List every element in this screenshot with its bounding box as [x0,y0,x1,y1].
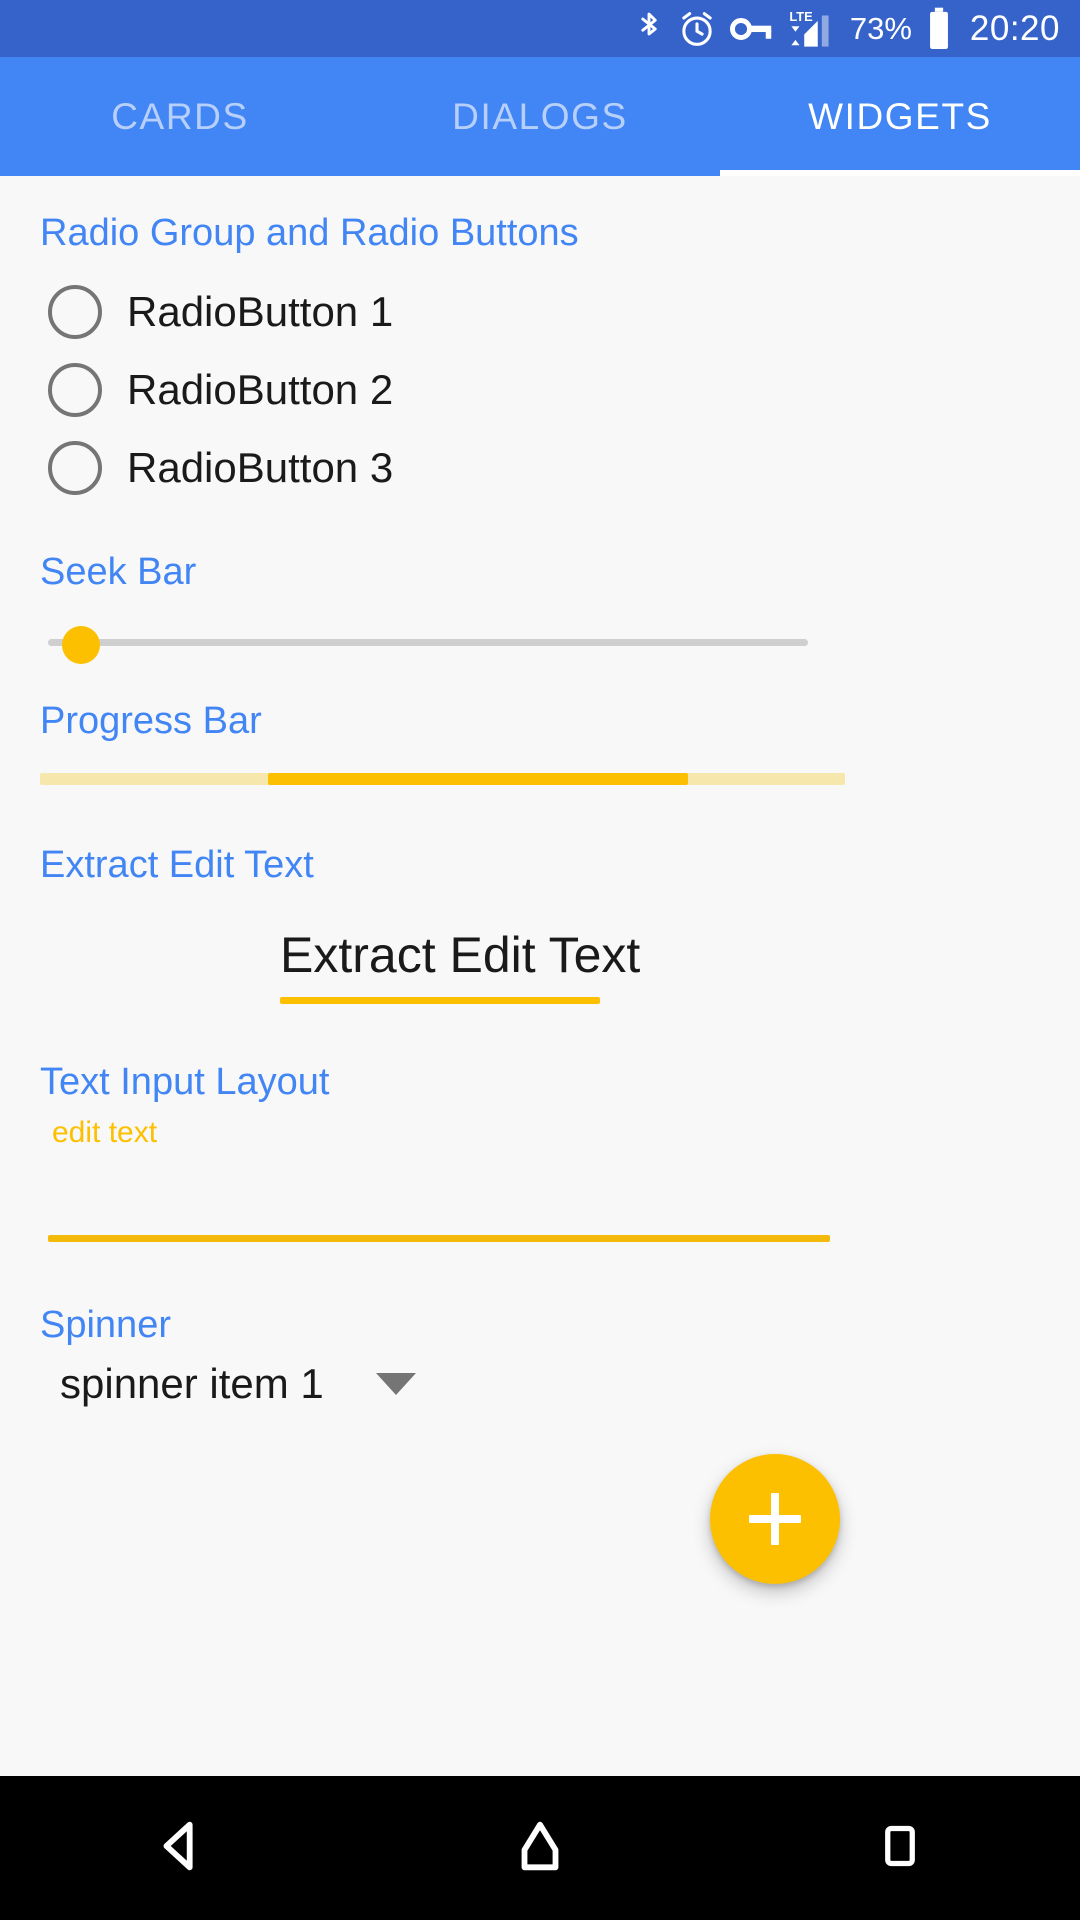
radio-circle-icon[interactable] [48,285,102,339]
radio-option-3-label: RadioButton 3 [127,444,394,491]
text-input-layout-underline[interactable] [48,1235,830,1242]
text-input-floating-label: edit text [52,1116,158,1149]
home-button[interactable] [440,1776,640,1920]
battery-percent-label: 73% [849,11,912,46]
extract-edit-text-label: Extract Edit Text [40,844,314,886]
seek-bar[interactable] [48,612,808,672]
spinner-dropdown[interactable]: spinner item 1 [60,1360,416,1408]
radio-option-1-label: RadioButton 1 [127,288,394,335]
svg-text:LTE: LTE [789,8,813,23]
extract-edit-text-value[interactable]: Extract Edit Text [280,928,640,983]
back-icon [149,1815,211,1882]
lte-signal-icon: LTE [788,8,834,50]
vpn-key-icon [729,15,774,43]
seek-bar-thumb[interactable] [62,626,100,664]
recents-button[interactable] [800,1776,1000,1920]
battery-icon [926,7,952,51]
tab-dialogs[interactable]: DIALOGS [360,57,720,176]
extract-edit-text-underline [280,997,600,1004]
tab-bar: CARDS DIALOGS WIDGETS [0,57,1080,176]
text-input-layout-label: Text Input Layout [40,1061,330,1103]
progress-bar [40,773,845,785]
radio-option-1[interactable]: RadioButton 1 [48,285,393,339]
status-bar-clock: 20:20 [969,9,1060,48]
tab-cards[interactable]: CARDS [0,57,360,176]
radio-circle-icon[interactable] [48,441,102,495]
bluetooth-icon [634,10,664,48]
floating-action-button[interactable] [710,1454,840,1584]
spinner-selected-value: spinner item 1 [60,1360,324,1407]
progress-bar-label: Progress Bar [40,700,262,742]
tab-widgets[interactable]: WIDGETS [720,57,1080,176]
radio-option-2-label: RadioButton 2 [127,366,394,413]
radio-circle-icon[interactable] [48,363,102,417]
seek-bar-label: Seek Bar [40,551,197,593]
status-bar: LTE 73% 20:20 [0,0,1080,57]
radio-group-label: Radio Group and Radio Buttons [40,212,579,254]
home-icon [509,1815,571,1882]
seek-bar-track[interactable] [48,639,808,646]
alarm-icon [678,10,716,48]
android-navigation-bar [0,1776,1080,1920]
recents-icon [872,1818,928,1879]
extract-edit-text-field[interactable]: Extract Edit Text [280,928,640,1004]
widgets-scroll-content: Radio Group and Radio Buttons RadioButto… [0,176,1080,1776]
app-screen: LTE 73% 20:20 CARDS DIALOGS WIDGETS Radi… [0,0,1080,1920]
progress-bar-fill [268,773,688,785]
radio-option-2[interactable]: RadioButton 2 [48,363,393,417]
plus-icon [749,1493,801,1545]
radio-option-3[interactable]: RadioButton 3 [48,441,393,495]
spinner-label: Spinner [40,1304,171,1346]
back-button[interactable] [80,1776,280,1920]
chevron-down-icon[interactable] [375,1373,416,1395]
